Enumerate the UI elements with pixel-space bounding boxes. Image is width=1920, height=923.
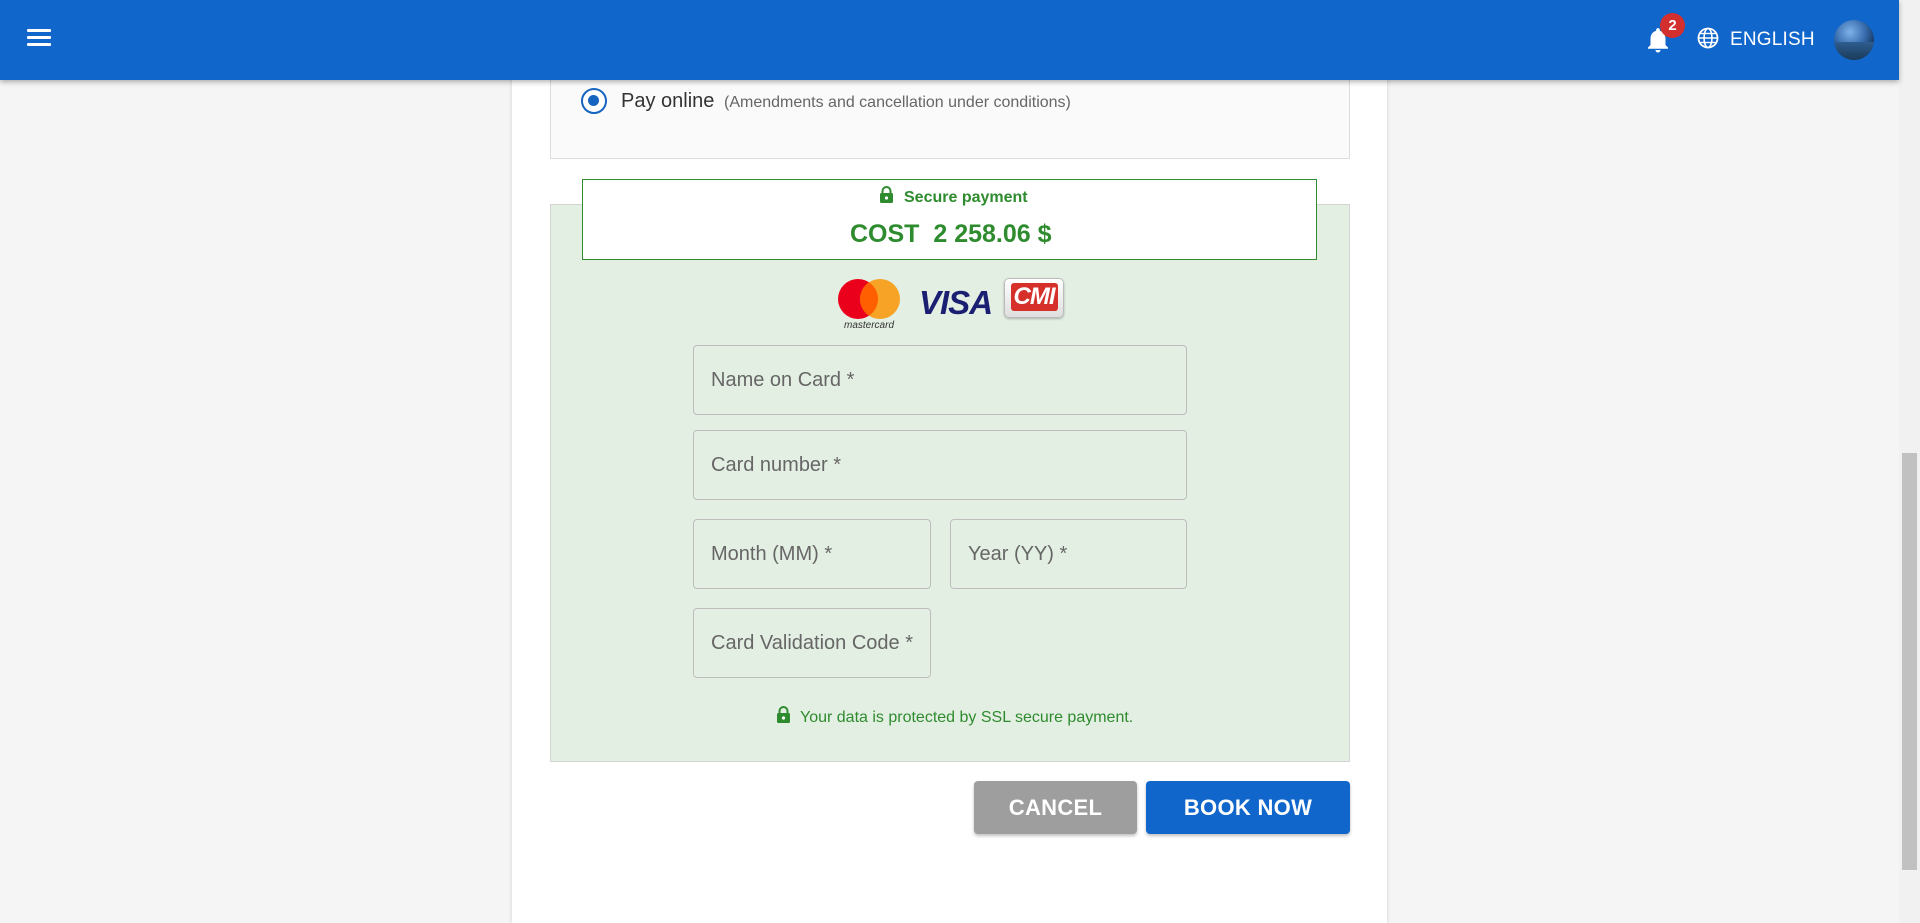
pay-online-label[interactable]: Pay online: [621, 90, 714, 113]
cost-value: 2 258.06 $: [933, 220, 1052, 248]
mastercard-wordmark: mastercard: [844, 320, 894, 331]
mastercard-logo: mastercard: [836, 277, 902, 331]
cancel-button[interactable]: CANCEL: [974, 781, 1137, 834]
year-input[interactable]: Year (YY) *: [950, 519, 1187, 589]
card-number-input[interactable]: Card number *: [693, 430, 1187, 500]
lock-icon: [879, 186, 894, 209]
secure-payment-header: Secure payment: [879, 186, 1028, 209]
language-label: ENGLISH: [1730, 29, 1815, 50]
ssl-note-text: Your data is protected by SSL secure pay…: [800, 708, 1134, 726]
cvc-input[interactable]: Card Validation Code *: [693, 608, 931, 678]
cmi-logo: CMI: [1004, 278, 1064, 318]
pay-online-note: (Amendments and cancellation under condi…: [724, 94, 1071, 111]
month-input[interactable]: Month (MM) *: [693, 519, 931, 589]
visa-logo: VISA: [919, 284, 993, 321]
notification-badge: 2: [1660, 13, 1685, 38]
language-selector[interactable]: ENGLISH: [1696, 26, 1815, 54]
cost-display: COST 2 258.06 $: [850, 220, 1052, 249]
avatar[interactable]: [1834, 20, 1874, 60]
name-on-card-input[interactable]: Name on Card *: [693, 345, 1187, 415]
menu-icon[interactable]: [24, 25, 54, 55]
cost-label: COST: [850, 220, 920, 248]
scrollbar-thumb[interactable]: [1902, 453, 1917, 870]
ssl-note: Your data is protected by SSL secure pay…: [776, 706, 1133, 729]
app-bar: 2 ENGLISH: [0, 0, 1899, 80]
cmi-logo-text: CMI: [1010, 283, 1058, 311]
globe-icon: [1696, 26, 1720, 55]
book-now-button[interactable]: BOOK NOW: [1146, 781, 1350, 834]
lock-icon: [776, 706, 791, 729]
secure-payment-label: Secure payment: [904, 188, 1028, 206]
pay-online-radio[interactable]: [581, 88, 607, 114]
